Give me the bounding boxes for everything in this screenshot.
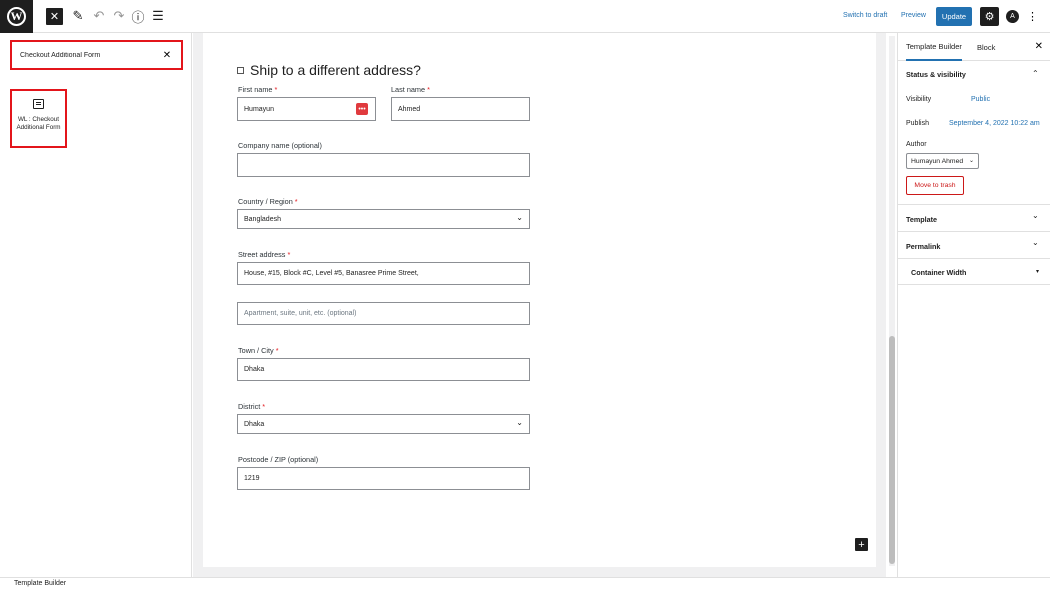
- town-label: Town / City *: [238, 346, 279, 355]
- canvas-scrollbar[interactable]: [889, 36, 895, 566]
- undo-icon[interactable]: ↶: [91, 8, 107, 24]
- preview-button[interactable]: Preview: [901, 12, 926, 19]
- chevron-down-icon[interactable]: ⌄: [1032, 238, 1039, 247]
- divider: [898, 284, 1050, 285]
- country-select[interactable]: Bangladesh ⌄: [237, 209, 530, 229]
- last-name-label-text: Last name: [391, 85, 426, 94]
- tab-block[interactable]: Block: [977, 33, 995, 61]
- clear-search-icon[interactable]: ✕: [157, 50, 177, 61]
- divider: [898, 258, 1050, 259]
- street-label-text: Street address: [238, 250, 286, 259]
- tab-template-builder[interactable]: Template Builder: [906, 33, 962, 61]
- last-name-label: Last name *: [391, 85, 430, 94]
- postcode-label: Postcode / ZIP (optional): [238, 455, 319, 464]
- template-panel-title[interactable]: Template: [906, 215, 937, 224]
- apartment-field[interactable]: Apartment, suite, unit, etc. (optional): [237, 302, 530, 325]
- apartment-placeholder: Apartment, suite, unit, etc. (optional): [244, 310, 357, 317]
- chevron-up-icon[interactable]: ⌃: [1032, 69, 1039, 78]
- district-select[interactable]: Dhaka ⌄: [237, 414, 530, 434]
- caret-down-icon[interactable]: ▾: [1036, 268, 1039, 275]
- first-name-label-text: First name: [238, 85, 273, 94]
- ship-different-checkbox[interactable]: [237, 66, 244, 74]
- autofill-icon[interactable]: •••: [356, 103, 368, 115]
- author-value: Humayun Ahmed: [911, 157, 964, 165]
- publish-label: Publish: [906, 120, 929, 127]
- block-inserter-panel: ✕ WL : Checkout Additional Form: [0, 33, 192, 577]
- street-address-field[interactable]: House, #15, Block #C, Level #5, Banasree…: [237, 262, 530, 285]
- first-name-field[interactable]: Humayun •••: [237, 97, 376, 121]
- container-width-title[interactable]: Container Width: [911, 268, 966, 277]
- block-result-label: WL : Checkout Additional Form: [16, 116, 61, 131]
- divider: [898, 204, 1050, 205]
- redo-icon[interactable]: ↷: [111, 8, 127, 24]
- list-view-icon[interactable]: ☰: [150, 8, 166, 24]
- first-name-value: Humayun: [244, 105, 274, 113]
- switch-to-draft-button[interactable]: Switch to draft: [843, 12, 887, 19]
- town-value: Dhaka: [244, 366, 265, 373]
- postcode-field[interactable]: 1219: [237, 467, 530, 490]
- inserter-search: ✕: [16, 46, 177, 64]
- visibility-label: Visibility: [906, 96, 932, 103]
- author-label: Author: [906, 141, 927, 148]
- required-mark: *: [262, 402, 266, 411]
- close-inserter-button[interactable]: ✕: [46, 8, 63, 25]
- scrollbar-thumb[interactable]: [889, 336, 895, 564]
- visibility-value-button[interactable]: Public: [971, 96, 990, 103]
- required-mark: *: [287, 250, 291, 259]
- country-value: Bangladesh: [244, 215, 281, 223]
- block-result-checkout-additional-form[interactable]: WL : Checkout Additional Form: [10, 89, 67, 148]
- chevron-down-icon: ⌄: [516, 213, 523, 222]
- info-icon[interactable]: ⓘ: [130, 8, 146, 25]
- company-field[interactable]: [237, 153, 530, 177]
- inserter-search-highlight: ✕: [10, 40, 183, 70]
- wordpress-logo-button[interactable]: W: [0, 0, 33, 33]
- required-mark: *: [274, 85, 278, 94]
- district-label: District *: [238, 402, 265, 411]
- ship-to-different-address: Ship to a different address?: [237, 62, 421, 78]
- more-options-icon[interactable]: ⋮: [1027, 8, 1038, 24]
- divider: [898, 231, 1050, 232]
- form-block-icon: [33, 99, 44, 109]
- settings-gear-icon[interactable]: ⚙: [980, 7, 999, 26]
- required-mark: *: [294, 197, 298, 206]
- street-label: Street address *: [238, 250, 290, 259]
- editor-header: W ✕ ✎ ↶ ↷ ⓘ ☰ Switch to draft Preview Up…: [0, 0, 1050, 33]
- district-label-text: District: [238, 402, 261, 411]
- required-mark: *: [275, 346, 279, 355]
- inserter-search-input[interactable]: [16, 51, 157, 59]
- first-name-label: First name *: [238, 85, 277, 94]
- street-address-value: House, #15, Block #C, Level #5, Banasree…: [244, 270, 419, 277]
- move-to-trash-button[interactable]: Move to trash: [906, 176, 964, 195]
- town-field[interactable]: Dhaka: [237, 358, 530, 381]
- status-visibility-title[interactable]: Status & visibility: [906, 70, 966, 79]
- edit-tools-icon[interactable]: ✎: [70, 8, 86, 24]
- country-label: Country / Region *: [238, 197, 298, 206]
- add-block-icon[interactable]: +: [855, 538, 868, 551]
- chevron-down-icon[interactable]: ⌄: [1032, 211, 1039, 220]
- astra-icon[interactable]: A: [1006, 10, 1019, 23]
- country-label-text: Country / Region: [238, 197, 293, 206]
- sidebar-tabs: Template Builder Block ✕: [898, 33, 1050, 61]
- close-sidebar-icon[interactable]: ✕: [1035, 41, 1043, 52]
- district-value: Dhaka: [244, 420, 265, 428]
- postcode-value: 1219: [244, 475, 260, 482]
- chevron-down-icon: ⌄: [516, 418, 523, 427]
- last-name-value: Ahmed: [398, 105, 421, 113]
- wordpress-icon: W: [7, 7, 26, 26]
- last-name-field[interactable]: Ahmed: [391, 97, 530, 121]
- settings-sidebar: Template Builder Block ✕ Status & visibi…: [897, 33, 1050, 577]
- update-button[interactable]: Update: [936, 7, 972, 26]
- breadcrumb-bar: Template Builder: [0, 577, 1050, 590]
- chevron-down-icon: ⌄: [968, 158, 974, 164]
- author-select[interactable]: Humayun Ahmed ⌄: [906, 153, 979, 169]
- publish-date-button[interactable]: September 4, 2022 10:22 am: [949, 120, 1040, 127]
- ship-different-label: Ship to a different address?: [250, 62, 421, 78]
- required-mark: *: [427, 85, 430, 94]
- company-label: Company name (optional): [238, 141, 322, 150]
- town-label-text: Town / City: [238, 346, 274, 355]
- permalink-panel-title[interactable]: Permalink: [906, 242, 940, 251]
- breadcrumb-template-builder[interactable]: Template Builder: [14, 580, 66, 587]
